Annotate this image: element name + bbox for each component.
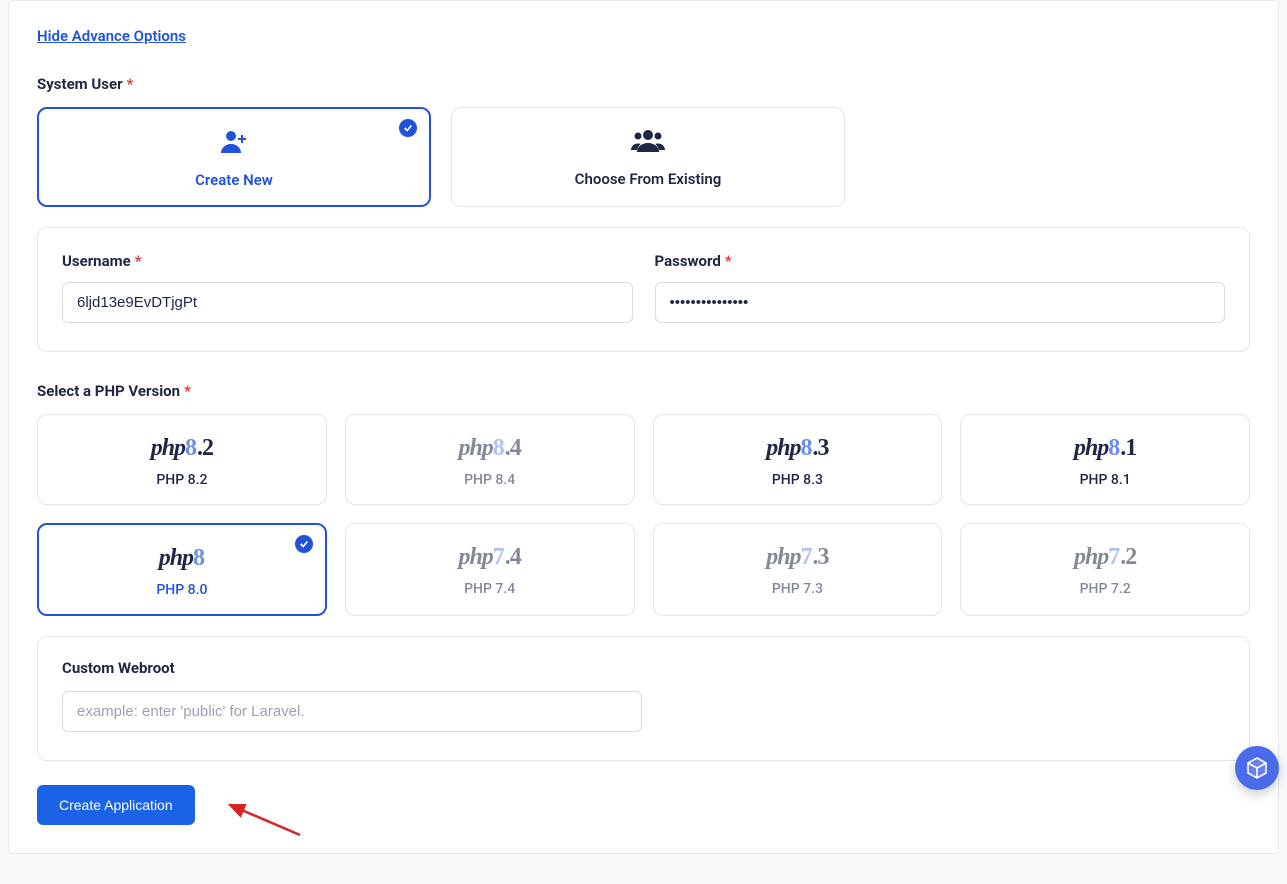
php-version-label: PHP 8.1 — [961, 472, 1249, 488]
php-version-label: PHP 8.0 — [39, 582, 325, 598]
php-logo-text: php7.3 — [654, 544, 942, 571]
custom-webroot-label: Custom Webroot — [62, 659, 1225, 677]
php-version-label: PHP 7.4 — [346, 581, 634, 597]
password-input[interactable] — [655, 282, 1226, 323]
choose-existing-label: Choose From Existing — [452, 170, 844, 188]
users-group-icon — [452, 128, 844, 158]
system-user-create-new-card[interactable]: Create New — [37, 107, 431, 207]
php-version-card-php-7.3[interactable]: php7.3 PHP 7.3 — [653, 523, 943, 616]
system-user-choose-existing-card[interactable]: Choose From Existing — [451, 107, 845, 207]
php-logo-text: php8.1 — [961, 435, 1249, 462]
php-logo-text: php8.4 — [346, 435, 634, 462]
php-version-label: PHP 8.4 — [346, 472, 634, 488]
cube-icon — [1245, 756, 1269, 780]
php-version-card-php-8.1[interactable]: php8.1 PHP 8.1 — [960, 414, 1250, 505]
username-input[interactable] — [62, 282, 633, 323]
custom-webroot-input[interactable] — [62, 691, 642, 732]
php-version-card-php-8.3[interactable]: php8.3 PHP 8.3 — [653, 414, 943, 505]
php-logo-text: php7.2 — [961, 544, 1249, 571]
system-user-section-label: System User — [37, 75, 1250, 93]
help-widget-button[interactable] — [1235, 746, 1279, 790]
php-version-card-php-8.4[interactable]: php8.4 PHP 8.4 — [345, 414, 635, 505]
custom-webroot-panel: Custom Webroot — [37, 636, 1250, 761]
hide-advance-options-link[interactable]: Hide Advance Options — [37, 27, 186, 45]
annotation-arrow-icon — [224, 799, 304, 839]
php-version-label: PHP 7.2 — [961, 581, 1249, 597]
php-logo-text: php8.2 — [38, 435, 326, 462]
php-version-label: PHP 7.3 — [654, 581, 942, 597]
user-plus-icon — [39, 129, 429, 159]
create-application-button[interactable]: Create Application — [37, 785, 195, 825]
selected-check-icon — [295, 535, 313, 553]
username-label: Username — [62, 252, 633, 270]
php-version-card-php-8.0[interactable]: php8 PHP 8.0 — [37, 523, 327, 616]
php-version-label: PHP 8.2 — [38, 472, 326, 488]
php-version-section-label: Select a PHP Version — [37, 382, 1250, 400]
php-logo-text: php7.4 — [346, 544, 634, 571]
selected-check-icon — [399, 119, 417, 137]
php-version-card-php-7.2[interactable]: php7.2 PHP 7.2 — [960, 523, 1250, 616]
php-version-card-php-8.2[interactable]: php8.2 PHP 8.2 — [37, 414, 327, 505]
php-version-card-php-7.4[interactable]: php7.4 PHP 7.4 — [345, 523, 635, 616]
password-label: Password — [655, 252, 1226, 270]
php-version-label: PHP 8.3 — [654, 472, 942, 488]
php-logo-text: php8 — [39, 545, 325, 572]
php-logo-text: php8.3 — [654, 435, 942, 462]
create-new-label: Create New — [39, 171, 429, 189]
user-credentials-panel: Username Password — [37, 227, 1250, 352]
